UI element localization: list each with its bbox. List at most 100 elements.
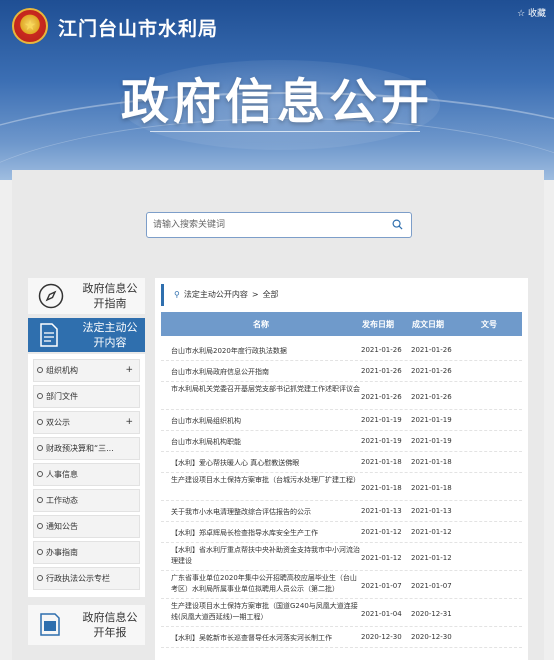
row-title-link[interactable]: 【水利】郑卓辉局长检查指导水库安全生产工作 bbox=[171, 528, 361, 539]
row-completed-date: 2020-12-31 bbox=[411, 610, 452, 618]
sidebar-active-content[interactable]: 法定主动公开内容 bbox=[28, 318, 145, 352]
sidebar-item-notices[interactable]: 通知公告 bbox=[33, 515, 140, 538]
search-input[interactable] bbox=[153, 217, 373, 233]
sidebar-item-enforcement[interactable]: 行政执法公示专栏 bbox=[33, 567, 140, 590]
sidebar-item-work-news[interactable]: 工作动态 bbox=[33, 489, 140, 512]
column-header-name: 名称 bbox=[253, 320, 269, 329]
table-row[interactable]: 关于我市小水电清理整改综合评估报告的公示 2021-01-13 2021-01-13 bbox=[161, 501, 522, 522]
expand-icon[interactable]: + bbox=[125, 412, 133, 433]
search-icon[interactable] bbox=[392, 219, 403, 230]
row-completed-date: 2021-01-18 bbox=[411, 458, 452, 466]
table-row[interactable]: 台山市水利局机构职能 2021-01-19 2021-01-19 bbox=[161, 431, 522, 452]
hero-banner: ★ 江门台山市水利局 ☆ 收藏 政府信息公开 bbox=[0, 0, 554, 180]
column-header-completed: 成文日期 bbox=[412, 320, 444, 329]
bullet-icon bbox=[37, 549, 43, 555]
breadcrumb-section[interactable]: 法定主动公开内容 bbox=[184, 290, 248, 299]
table-row[interactable]: 【水利】吴乾新市长巡查督导任水河落实河长制工作 2020-12-30 2020-12… bbox=[161, 627, 522, 648]
table-header: 名称 发布日期 成文日期 文号 bbox=[161, 312, 522, 336]
row-published-date: 2021-01-13 bbox=[361, 507, 402, 515]
breadcrumb-current: 全部 bbox=[262, 290, 279, 299]
bullet-icon bbox=[37, 419, 43, 425]
table-row[interactable]: 生产建设项目水土保持方案审批（国道G240与凤凰大道连接线(凤凰大道西延线)一期… bbox=[161, 599, 522, 627]
site-title[interactable]: 江门台山市水利局 bbox=[58, 14, 218, 41]
breadcrumb: ⚲ 法定主动公开内容 > 全部 bbox=[161, 284, 521, 306]
row-published-date: 2021-01-18 bbox=[361, 458, 402, 466]
sidebar-item-budget[interactable]: 财政预决算和“三... bbox=[33, 437, 140, 460]
breadcrumb-separator: > bbox=[251, 290, 259, 299]
bullet-icon bbox=[37, 445, 43, 451]
bullet-icon bbox=[37, 575, 43, 581]
row-completed-date: 2020-12-30 bbox=[411, 633, 452, 641]
row-title-link[interactable]: 台山市水利局2020年度行政执法数据 bbox=[171, 346, 361, 357]
bullet-icon bbox=[37, 471, 43, 477]
national-emblem-icon: ★ bbox=[12, 8, 48, 44]
search-box[interactable] bbox=[146, 212, 412, 238]
favorite-link[interactable]: ☆ 收藏 bbox=[517, 6, 546, 19]
title-underline bbox=[150, 131, 420, 132]
bullet-icon bbox=[37, 523, 43, 529]
row-published-date: 2021-01-19 bbox=[361, 416, 402, 424]
row-title-link[interactable]: 生产建设项目水土保持方案审批（台城污水处理厂扩建工程） bbox=[171, 475, 361, 486]
row-title-link[interactable]: 【水利】爱心帮扶暖人心 真心慰教送佛眼 bbox=[171, 458, 361, 469]
row-title-link[interactable]: 【水利】省水利厅重点帮扶中央补助资金支持我市中小河流治理建设 bbox=[171, 545, 361, 567]
sidebar-item-dept-files[interactable]: 部门文件 bbox=[33, 385, 140, 408]
page-title: 政府信息公开 bbox=[120, 74, 433, 130]
row-published-date: 2021-01-26 bbox=[361, 367, 402, 375]
compass-icon bbox=[38, 283, 64, 309]
row-completed-date: 2021-01-19 bbox=[411, 437, 452, 445]
row-published-date: 2021-01-19 bbox=[361, 437, 402, 445]
report-book-icon bbox=[40, 613, 60, 636]
bullet-icon bbox=[37, 367, 43, 373]
table-row[interactable]: 【水利】爱心帮扶暖人心 真心慰教送佛眼 2021-01-18 2021-01-18 bbox=[161, 452, 522, 473]
sidebar: 政府信息公开指南 法定主动公开内容 组织机构 + 部门文件 双公示 + 财政预决算和… bbox=[28, 278, 145, 645]
row-title-link[interactable]: 广东省事业单位2020年集中公开招聘高校应届毕业生（台山考区）水利局所属事业单位… bbox=[171, 573, 361, 595]
sidebar-guide-label: 政府信息公开指南 bbox=[82, 282, 138, 310]
sidebar-annual-report[interactable]: 政府信息公开年报 bbox=[28, 605, 145, 645]
table-row[interactable]: 台山市水利局政府信息公开指南 2021-01-26 2021-01-26 bbox=[161, 361, 522, 382]
row-published-date: 2021-01-12 bbox=[361, 554, 402, 562]
sidebar-item-personnel[interactable]: 人事信息 bbox=[33, 463, 140, 486]
bullet-icon bbox=[37, 393, 43, 399]
table-row[interactable]: 台山市水利局组织机构 2021-01-19 2021-01-19 bbox=[161, 410, 522, 431]
row-completed-date: 2021-01-18 bbox=[411, 484, 452, 492]
row-published-date: 2021-01-07 bbox=[361, 582, 402, 590]
table-row[interactable]: 【水利】郑卓辉局长检查指导水库安全生产工作 2021-01-12 2021-01-1… bbox=[161, 522, 522, 543]
row-completed-date: 2021-01-26 bbox=[411, 367, 452, 375]
column-header-published: 发布日期 bbox=[362, 320, 394, 329]
sidebar-active-label: 法定主动公开内容 bbox=[82, 321, 138, 349]
table-row[interactable]: 市水利局机关党委召开基层党支部书记抓党建工作述职评议会 2021-01-26 202… bbox=[161, 382, 522, 410]
sidebar-item-double-publicity[interactable]: 双公示 + bbox=[33, 411, 140, 434]
row-title-link[interactable]: 关于我市小水电清理整改综合评估报告的公示 bbox=[171, 507, 361, 518]
column-header-doc-no: 文号 bbox=[481, 320, 497, 329]
row-completed-date: 2021-01-13 bbox=[411, 507, 452, 515]
row-title-link[interactable]: 【水利】吴乾新市长巡查督导任水河落实河长制工作 bbox=[171, 633, 361, 644]
row-completed-date: 2021-01-26 bbox=[411, 346, 452, 354]
row-completed-date: 2021-01-07 bbox=[411, 582, 452, 590]
table-row[interactable]: 台山市水利局2020年度行政执法数据 2021-01-26 2021-01-26 bbox=[161, 340, 522, 361]
document-list: 台山市水利局2020年度行政执法数据 2021-01-26 2021-01-26 台山… bbox=[161, 340, 522, 648]
row-title-link[interactable]: 台山市水利局机构职能 bbox=[171, 437, 361, 448]
sidebar-item-org[interactable]: 组织机构 + bbox=[33, 359, 140, 382]
row-published-date: 2021-01-26 bbox=[361, 393, 402, 401]
row-title-link[interactable]: 市水利局机关党委召开基层党支部书记抓党建工作述职评议会 bbox=[171, 384, 361, 395]
row-published-date: 2021-01-26 bbox=[361, 346, 402, 354]
expand-icon[interactable]: + bbox=[125, 360, 133, 381]
row-title-link[interactable]: 台山市水利局政府信息公开指南 bbox=[171, 367, 361, 378]
row-completed-date: 2021-01-12 bbox=[411, 554, 452, 562]
sidebar-guide[interactable]: 政府信息公开指南 bbox=[28, 278, 145, 314]
location-pin-icon: ⚲ bbox=[174, 290, 180, 299]
row-published-date: 2021-01-04 bbox=[361, 610, 402, 618]
table-row[interactable]: 广东省事业单位2020年集中公开招聘高校应届毕业生（台山考区）水利局所属事业单位… bbox=[161, 571, 522, 599]
row-completed-date: 2021-01-26 bbox=[411, 393, 452, 401]
row-completed-date: 2021-01-19 bbox=[411, 416, 452, 424]
table-row[interactable]: 生产建设项目水土保持方案审批（台城污水处理厂扩建工程） 2021-01-18 202… bbox=[161, 473, 522, 501]
document-icon bbox=[40, 323, 58, 347]
sidebar-item-service-guide[interactable]: 办事指南 bbox=[33, 541, 140, 564]
row-published-date: 2020-12-30 bbox=[361, 633, 402, 641]
row-title-link[interactable]: 台山市水利局组织机构 bbox=[171, 416, 361, 427]
content-area: ⚲ 法定主动公开内容 > 全部 名称 发布日期 成文日期 文号 台山市水利局2020年… bbox=[155, 278, 528, 660]
row-published-date: 2021-01-18 bbox=[361, 484, 402, 492]
row-title-link[interactable]: 生产建设项目水土保持方案审批（国道G240与凤凰大道连接线(凤凰大道西延线)一期… bbox=[171, 601, 361, 623]
sidebar-submenu: 组织机构 + 部门文件 双公示 + 财政预决算和“三... 人事信息 工作动态 通知… bbox=[28, 354, 145, 597]
table-row[interactable]: 【水利】省水利厅重点帮扶中央补助资金支持我市中小河流治理建设 2021-01-12… bbox=[161, 543, 522, 571]
